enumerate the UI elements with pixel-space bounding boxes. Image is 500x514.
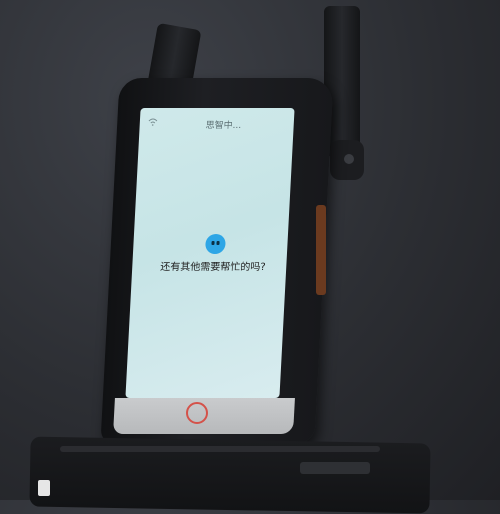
belt-clip [330, 140, 364, 180]
dock-top-edge [60, 446, 380, 452]
face-right-eye [216, 241, 220, 245]
phone-screen: 思智中... 还有其他需要帮忙的吗? [125, 108, 295, 398]
assistant-prompt: 还有其他需要帮忙的吗? [159, 262, 266, 273]
dock-brand-plate [300, 462, 370, 474]
dock-port [38, 480, 50, 496]
wifi-icon [148, 118, 158, 126]
home-button-ring-icon[interactable] [186, 402, 208, 424]
smiley-face-icon[interactable] [204, 234, 226, 254]
photo-scene: 思智中... 还有其他需要帮忙的吗? [0, 0, 500, 514]
status-title: 思智中... [205, 121, 242, 131]
face-left-eye [211, 241, 215, 245]
clip-screw [344, 154, 354, 164]
side-button-strip [316, 205, 326, 295]
